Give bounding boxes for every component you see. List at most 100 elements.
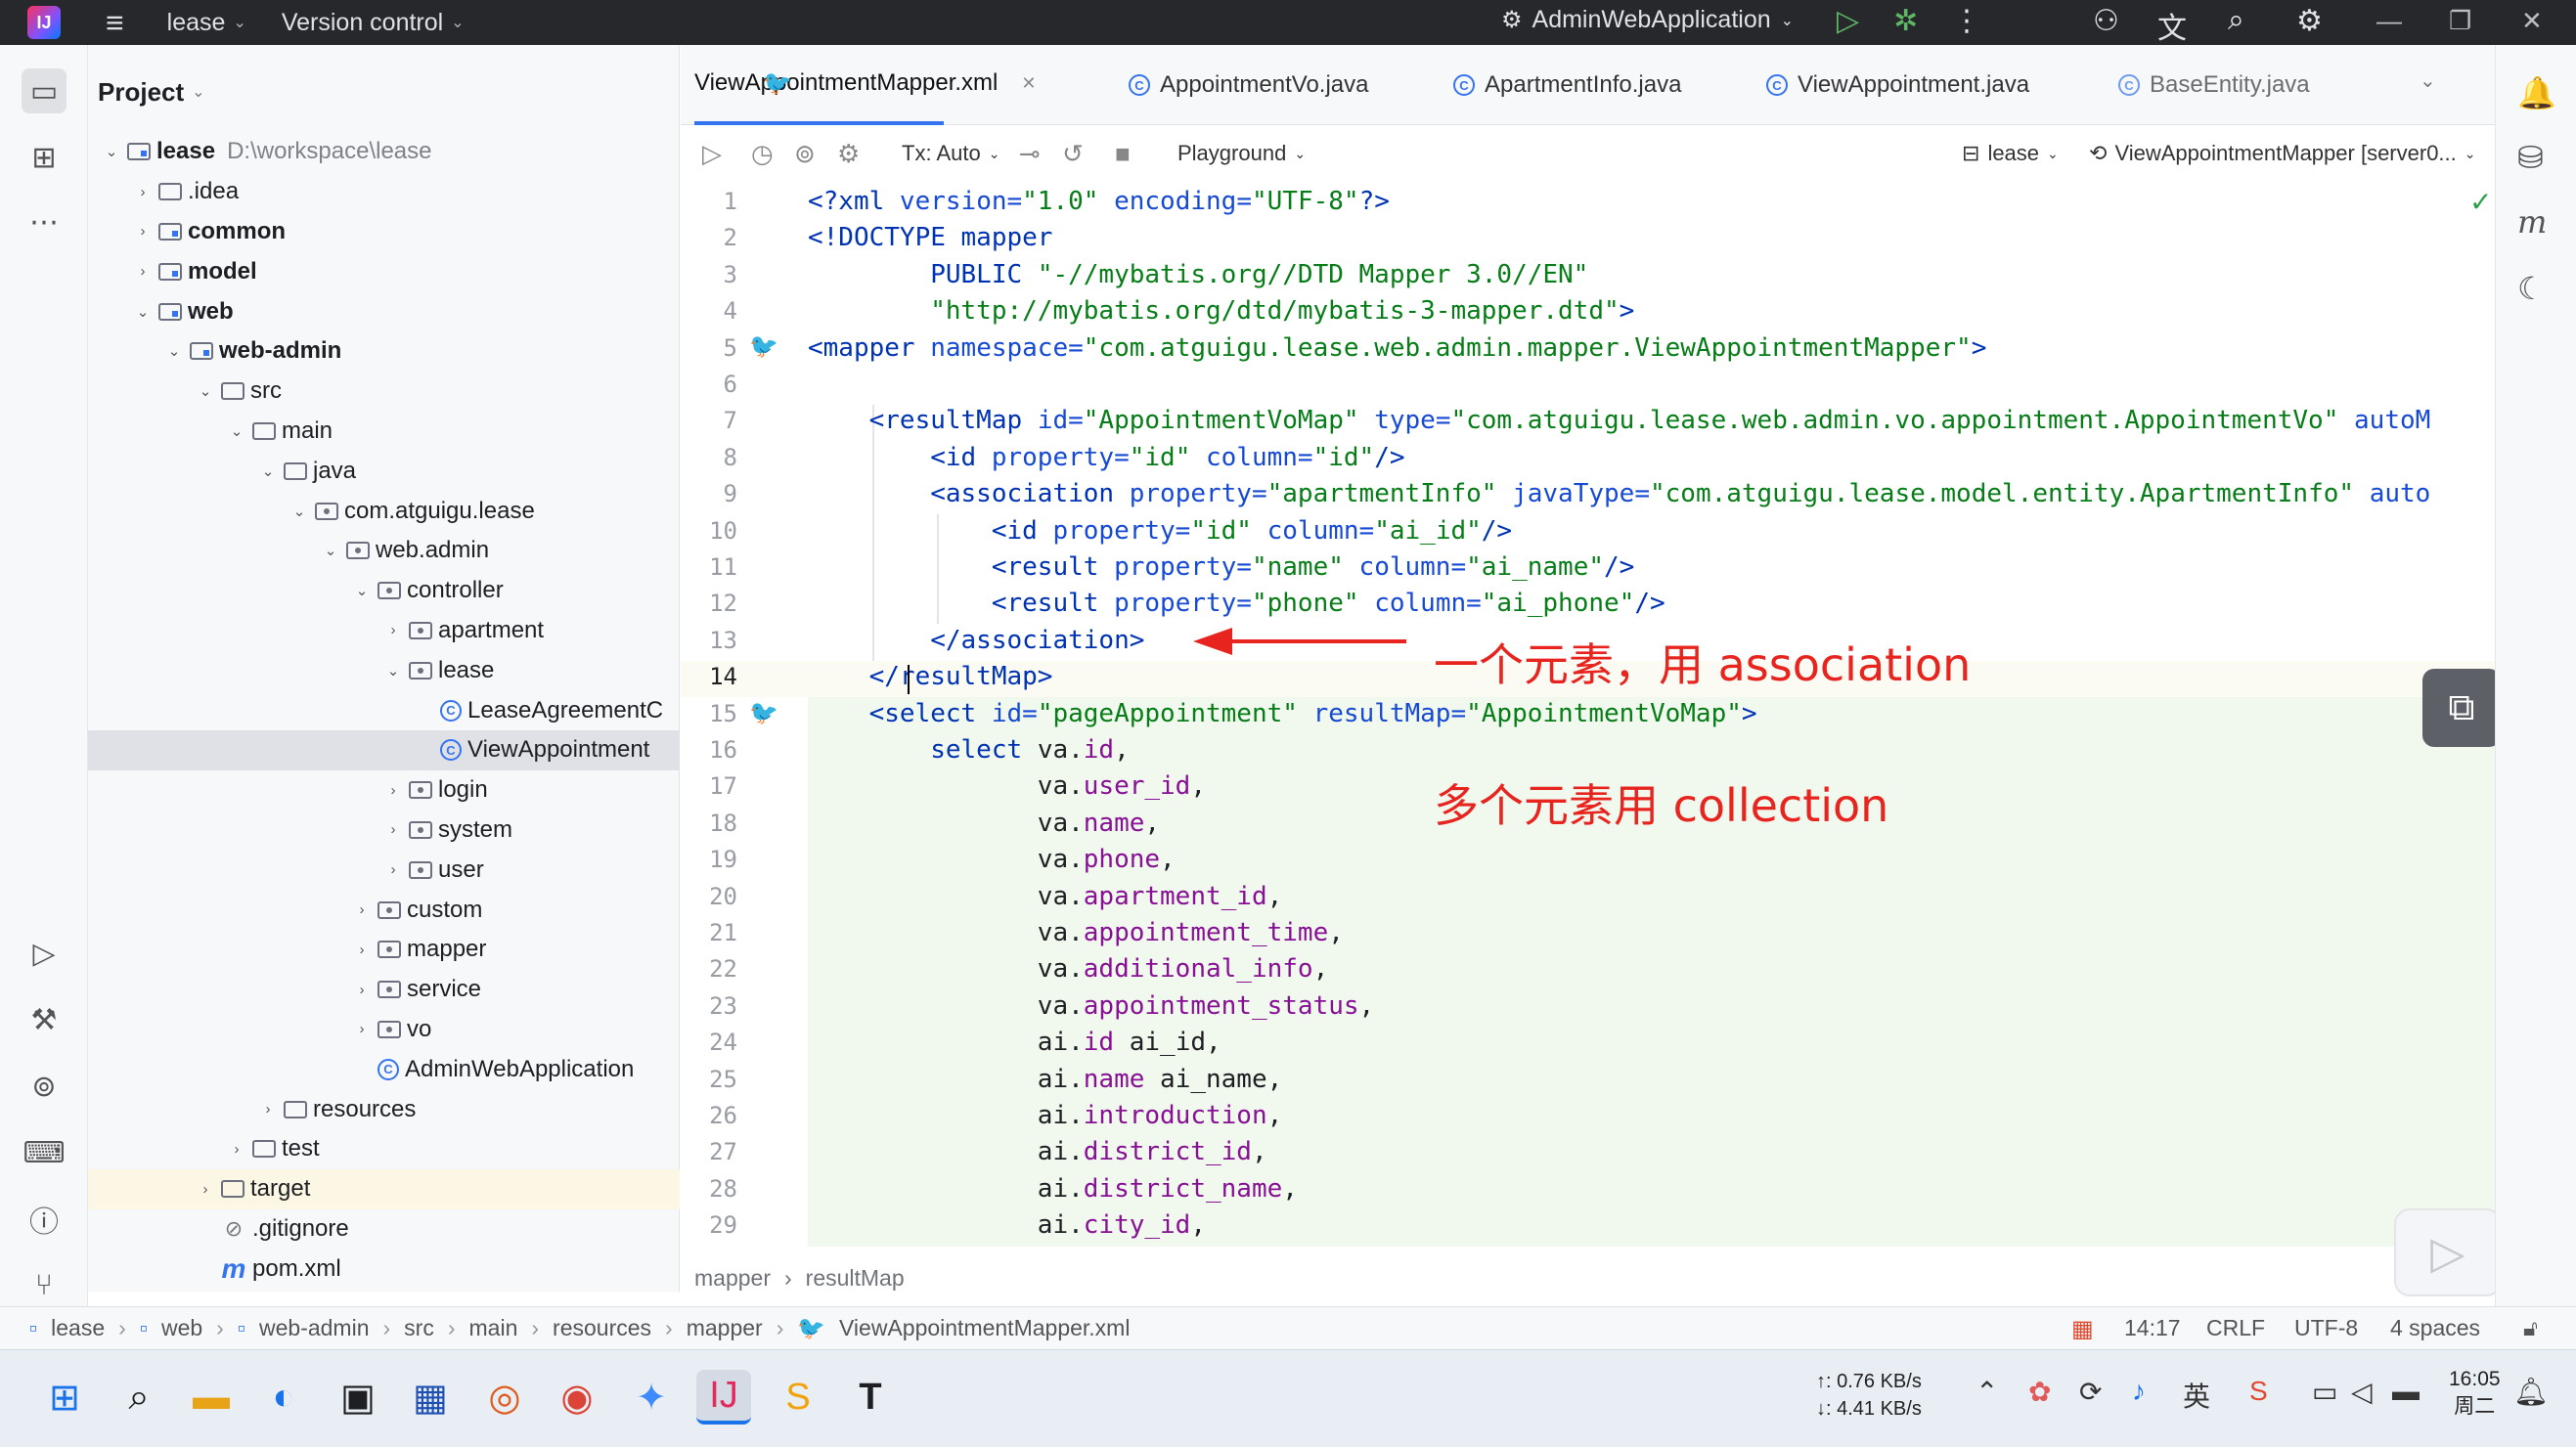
chevron-right-icon[interactable]: › <box>258 1101 278 1118</box>
search-icon[interactable]: ⌕ <box>2228 4 2244 37</box>
tree-item[interactable]: › system <box>88 811 680 851</box>
tab-viewappointment-java[interactable]: C ViewAppointment.java <box>1766 45 2029 125</box>
tab-viewappointmentmapper-xml[interactable]: 🐦 ViewAppointmentMapper.xml ✕ <box>694 45 1036 125</box>
video-play-icon[interactable]: ▷ <box>2394 1208 2502 1296</box>
tree-item[interactable]: › custom <box>88 890 680 930</box>
tree-item[interactable]: C ViewAppointment <box>88 729 680 770</box>
tree-item[interactable]: ⌄ controller <box>88 571 680 611</box>
more-actions-icon[interactable]: ⋮ <box>1952 4 1981 38</box>
intellij-logo-icon[interactable]: IJ <box>27 6 61 39</box>
structure-tool-icon[interactable]: ⊞ <box>22 135 67 180</box>
file-encoding[interactable]: UTF-8 <box>2294 1315 2358 1341</box>
tree-item[interactable]: ⌄ com.atguigu.lease <box>88 491 680 531</box>
mybatis-statement-gutter-icon[interactable]: 🐦 <box>749 699 778 727</box>
history-icon[interactable]: ◷ <box>751 139 774 169</box>
search-icon[interactable]: ⌕ <box>111 1370 166 1425</box>
tree-item[interactable]: m pom.xml <box>88 1249 680 1289</box>
microphone-icon[interactable]: ♪ <box>2132 1376 2146 1407</box>
tree-item[interactable]: ⌄ web.admin <box>88 531 680 571</box>
run-config-selector[interactable]: ⚙ AdminWebApplication ⌄ <box>1501 6 1794 34</box>
no-problems-check-icon[interactable]: ✓ <box>2469 186 2492 218</box>
tree-item[interactable]: ⌄ web-admin <box>88 331 680 372</box>
notification-bell-icon[interactable]: 🔔︎ <box>2513 1376 2549 1408</box>
tray-expand-icon[interactable]: ⌃ <box>1976 1376 1998 1408</box>
mybatis-mapper-gutter-icon[interactable]: 🐦 <box>749 332 778 361</box>
tree-item[interactable]: › apartment <box>88 611 680 651</box>
tray-app-icon[interactable]: ✿ <box>2028 1376 2051 1408</box>
volume-icon[interactable]: ◁ <box>2351 1376 2373 1408</box>
database-icon[interactable]: ⛁ <box>2517 139 2544 176</box>
chevron-down-icon[interactable]: ⌄ <box>258 462 278 480</box>
vcs-menu[interactable]: Version control ⌄ <box>282 9 465 37</box>
tree-item[interactable]: ⌄ web <box>88 291 680 331</box>
tree-item[interactable]: › login <box>88 770 680 811</box>
tree-item[interactable]: ⌄ src <box>88 372 680 412</box>
sync-icon[interactable]: ⟳ <box>2079 1376 2102 1408</box>
run-icon[interactable]: ▷ <box>1837 4 1859 38</box>
notifications-icon[interactable]: 🔔 <box>2517 74 2556 111</box>
expand-arrow-icon[interactable]: ⌄ <box>102 143 121 160</box>
project-tool-icon[interactable]: ▭ <box>22 68 67 113</box>
tree-item[interactable]: ⊘ .gitignore <box>88 1209 680 1250</box>
rollback-icon[interactable]: ↺ <box>1062 139 1084 169</box>
tree-item[interactable]: ⌄ main <box>88 412 680 452</box>
status-crumb[interactable]: main <box>469 1315 518 1341</box>
datasource-dropdown[interactable]: ⊟ lease ⌄ <box>1962 141 2059 166</box>
tree-item[interactable]: › test <box>88 1129 680 1169</box>
run-tool-icon[interactable]: ▷ <box>22 931 67 976</box>
tree-item[interactable]: › mapper <box>88 930 680 970</box>
tree-item[interactable]: › model <box>88 251 680 291</box>
transaction-mode-dropdown[interactable]: Tx: Auto ⌄ <box>902 141 999 166</box>
tab-apartmentinfo-java[interactable]: C ApartmentInfo.java <box>1453 45 1681 125</box>
settings-gear-icon[interactable]: ⚙ <box>2296 4 2323 38</box>
chevron-right-icon[interactable]: › <box>196 1181 215 1198</box>
problems-tool-icon[interactable]: ⓘ <box>22 1197 67 1242</box>
project-switcher[interactable]: lease ⌄ <box>167 9 246 37</box>
playground-dropdown[interactable]: Playground ⌄ <box>1177 141 1306 166</box>
chevron-right-icon[interactable]: › <box>383 782 403 799</box>
chevron-down-icon[interactable]: ⌄ <box>133 303 153 321</box>
chevron-right-icon[interactable]: › <box>383 622 403 638</box>
chevron-right-icon[interactable]: › <box>352 1021 372 1037</box>
editor-crumb-mapper[interactable]: mapper <box>694 1265 771 1292</box>
code-editor[interactable]: 1 <?xml version="1.0" encoding="UTF-8"?> 2… <box>681 184 2495 1247</box>
main-menu-icon[interactable]: ≡ <box>106 5 124 41</box>
terminal-tool-icon[interactable]: ⌨ <box>22 1130 67 1175</box>
chevron-down-icon[interactable]: ⌄ <box>196 382 215 400</box>
maven-icon[interactable]: m <box>2517 203 2547 241</box>
start-menu-icon[interactable]: ⊞ <box>37 1370 92 1425</box>
status-crumb[interactable]: resources <box>553 1315 651 1341</box>
chevron-down-icon[interactable]: ⌄ <box>164 342 184 360</box>
chevron-right-icon[interactable]: › <box>352 942 372 958</box>
tree-item[interactable]: ⌄ java <box>88 451 680 491</box>
app-launcher-icon[interactable]: ✦ <box>624 1370 679 1425</box>
chevron-right-icon[interactable]: › <box>133 263 153 280</box>
tree-item[interactable]: ⌄ lease <box>88 650 680 690</box>
settings-icon[interactable]: ⚙ <box>837 139 860 169</box>
typora-icon[interactable]: T <box>843 1370 898 1425</box>
pin-icon[interactable]: ⊚ <box>794 139 816 169</box>
status-crumb[interactable]: mapper <box>687 1315 763 1341</box>
chevron-right-icon[interactable]: › <box>133 223 153 240</box>
tray-s-icon[interactable]: S <box>2249 1376 2268 1407</box>
status-crumb[interactable]: lease <box>51 1315 105 1341</box>
terminal-icon[interactable]: ▣ <box>331 1370 385 1425</box>
project-panel-header[interactable]: Project ⌄ <box>88 45 679 139</box>
tree-item[interactable]: C AdminWebApplication <box>88 1049 680 1089</box>
chevron-right-icon[interactable]: › <box>383 861 403 878</box>
chevron-right-icon[interactable]: › <box>383 821 403 838</box>
edge-browser-icon[interactable]: ◐ <box>256 1370 311 1425</box>
sublime-icon[interactable]: S <box>771 1370 825 1425</box>
store-icon[interactable]: ▦ <box>403 1370 458 1425</box>
git-tool-icon[interactable]: ⑂ <box>22 1263 67 1308</box>
intellij-taskbar-icon[interactable]: IJ <box>696 1370 751 1425</box>
chevron-right-icon[interactable]: › <box>227 1141 246 1158</box>
tree-root[interactable]: ⌄ lease D:\workspace\lease <box>88 132 680 172</box>
display-icon[interactable]: ▭ <box>2312 1376 2337 1408</box>
commit-icon[interactable]: ⊸ <box>1019 139 1041 169</box>
translate-icon[interactable]: 文 <box>2157 4 2187 47</box>
status-crumb[interactable]: web <box>161 1315 202 1341</box>
maximize-icon[interactable]: ❐ <box>2449 6 2471 36</box>
tree-item[interactable]: C LeaseAgreementC <box>88 690 680 730</box>
chevron-down-icon[interactable]: ⌄ <box>289 503 309 520</box>
